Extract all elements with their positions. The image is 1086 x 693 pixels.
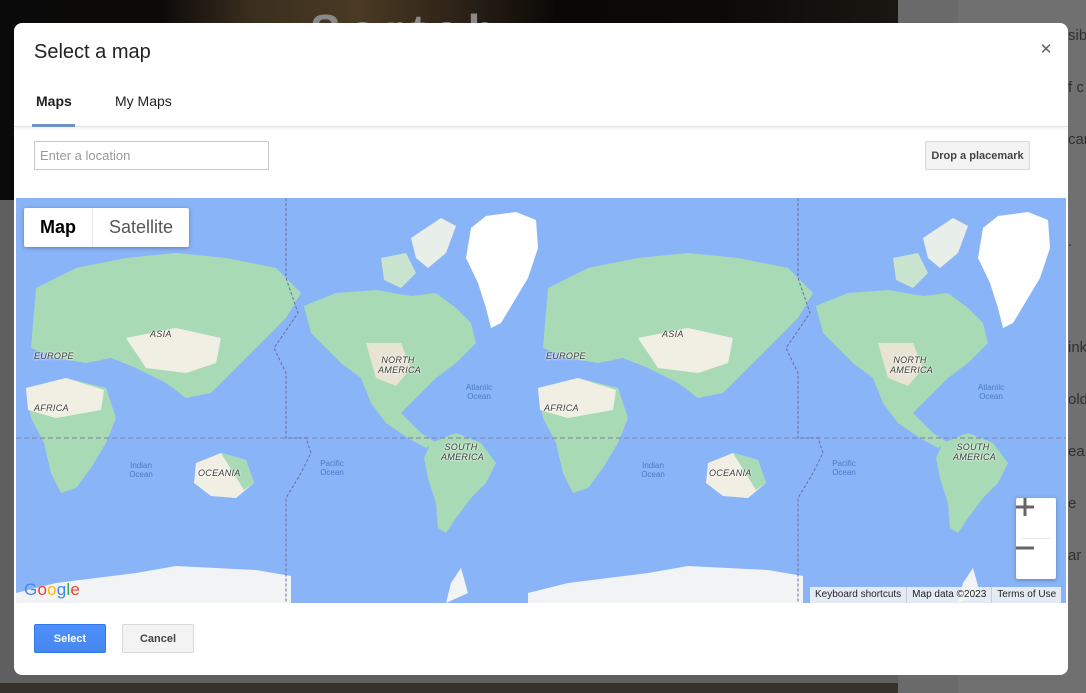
continent-label: OCEANIA (709, 468, 752, 478)
ocean-label: Pacific Ocean (832, 459, 856, 477)
terms-of-use-link[interactable]: Terms of Use (992, 587, 1061, 603)
world-tile-repeat (528, 212, 1050, 603)
continent-label: EUROPE (546, 351, 586, 361)
continent-label: OCEANIA (198, 468, 241, 478)
continent-label: ASIA (662, 329, 684, 339)
drop-placemark-button[interactable]: Drop a placemark (925, 141, 1030, 170)
antarctic-peninsula-shape (446, 568, 468, 603)
map-type-satellite-button[interactable]: Satellite (93, 208, 189, 247)
arctic-islands-shape (381, 253, 416, 288)
arctic-islands-shape (411, 218, 456, 268)
tab-maps[interactable]: Maps (36, 93, 72, 109)
continent-label: SOUTH AMERICA (953, 442, 997, 462)
active-tab-indicator (32, 124, 75, 127)
continent-label: NORTH AMERICA (378, 355, 422, 375)
location-search-input[interactable] (34, 141, 269, 170)
background-text: car (1068, 131, 1086, 148)
cancel-button[interactable]: Cancel (122, 624, 194, 653)
background-text: e (1068, 495, 1077, 512)
continent-label: AFRICA (34, 403, 69, 413)
select-button[interactable]: Select (34, 624, 106, 653)
ocean-label: Indian Ocean (641, 461, 665, 479)
date-line (273, 198, 312, 603)
dialog-title: Select a map (34, 41, 151, 63)
keyboard-shortcuts-link[interactable]: Keyboard shortcuts (810, 587, 906, 603)
continent-label: EUROPE (34, 351, 74, 361)
minus-icon (1016, 546, 1034, 550)
map-type-map-button[interactable]: Map (24, 208, 92, 247)
ocean-label: Pacific Ocean (320, 459, 344, 477)
background-text: ar (1068, 547, 1082, 564)
close-icon: ✕ (1039, 41, 1053, 58)
ocean-label: Atlantic Ocean (465, 383, 493, 401)
map-attribution: Keyboard shortcuts Map data ©2023 Terms … (810, 587, 1062, 603)
map-data-text: Map data ©2023 (912, 589, 987, 600)
zoom-control (1016, 498, 1056, 579)
continent-label: NORTH AMERICA (890, 355, 934, 375)
date-line (785, 198, 824, 603)
continent-label: AFRICA (544, 403, 579, 413)
background-text: sibl (1068, 27, 1086, 44)
ocean-label: Atlantic Ocean (977, 383, 1005, 401)
search-row: Drop a placemark (14, 128, 1068, 198)
background-text: f c (1068, 79, 1084, 96)
continent-label: SOUTH AMERICA (441, 442, 485, 462)
close-button[interactable]: ✕ (1038, 41, 1054, 59)
background-text: . (1068, 233, 1073, 250)
background-bottom-bar (0, 683, 898, 693)
select-map-dialog: Select a map ✕ Maps My Maps Drop a place… (14, 23, 1068, 675)
google-logo[interactable]: Google (24, 580, 80, 600)
map-canvas[interactable]: Map Satellite ASIA EUROPE AFRICA OCEANIA… (16, 198, 1066, 603)
world-map-graphic (16, 198, 1066, 603)
background-text: ink (1068, 339, 1086, 356)
tab-my-maps[interactable]: My Maps (115, 93, 172, 109)
background-text: ea (1068, 443, 1085, 460)
zoom-in-button[interactable] (1016, 498, 1056, 538)
background-text: old (1068, 391, 1086, 408)
ocean-label: Indian Ocean (129, 461, 153, 479)
greenland-shape (466, 212, 538, 328)
continent-label: ASIA (150, 329, 172, 339)
map-type-control: Map Satellite (24, 208, 190, 247)
eurasia-shape (31, 253, 301, 398)
world-tile (16, 212, 538, 603)
plus-icon (1016, 498, 1034, 516)
tab-bar: Maps My Maps (14, 85, 1068, 127)
zoom-out-button[interactable] (1016, 539, 1056, 579)
